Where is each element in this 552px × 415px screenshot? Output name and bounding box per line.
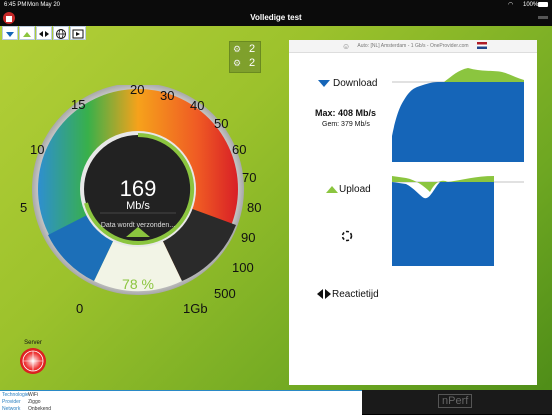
play-icon (72, 29, 84, 39)
server-header-text: Auto: [NL] Amsterdam - 1 Gb/s - OneProvi… (357, 43, 469, 49)
tick-label: 50 (214, 116, 229, 131)
info-key: Technologie (2, 392, 29, 398)
download-label: Download (333, 78, 378, 89)
download-max: Max: 408 Mb/s (315, 108, 377, 118)
loading-spinner-icon (341, 230, 353, 242)
info-value: Onbekend (28, 406, 52, 412)
person-icon: ☺ (342, 42, 351, 51)
info-value: WiFi (28, 392, 38, 398)
speed-value: 169 (119, 176, 157, 201)
tick-label: 30 (160, 88, 175, 103)
status-time: 6:45 PM (4, 2, 27, 8)
tick-label: 20 (130, 82, 145, 97)
title-bar: Volledige test (0, 10, 552, 26)
network-icon: ⚙ (233, 58, 242, 68)
info-row-network: Network Onbekend (2, 406, 51, 413)
brand-logo: nPerf (438, 394, 473, 408)
info-key: Network (2, 406, 21, 412)
stream-view-button[interactable] (70, 26, 86, 40)
app-logo (538, 16, 548, 19)
tick-label: 70 (242, 170, 257, 185)
stop-button[interactable] (3, 12, 15, 24)
info-row-technology: TechnologieWiFi (2, 392, 38, 399)
tick-label: 0 (76, 301, 84, 316)
upload-label: Upload (339, 184, 371, 195)
tick-label: 100 (232, 260, 254, 275)
test-status-text: Data wordt verzonden... (100, 222, 176, 229)
progress-percent: 78 % (122, 276, 154, 292)
status-battery: 100% (523, 2, 539, 8)
tick-label: 1Gb (183, 301, 208, 316)
tick-label: 40 (190, 98, 205, 113)
upload-graph (392, 176, 524, 266)
upload-arrow-icon (23, 32, 31, 37)
page-title: Volledige test (250, 13, 302, 22)
status-bar: 6:45 PM Mon May 20 ◠ 100% (0, 0, 552, 10)
latency-arrows-icon (317, 289, 331, 299)
latency-view-button[interactable] (36, 26, 52, 40)
tick-label: 5 (20, 200, 28, 215)
info-bar: TechnologieWiFi Provider Ziggo Network Onb… (0, 390, 362, 415)
browse-view-button[interactable] (53, 26, 69, 40)
server-label: Server (24, 340, 42, 346)
latency-arrows-icon (39, 31, 49, 37)
battery-icon (538, 2, 548, 7)
info-key: Provider (2, 399, 21, 405)
info-value: Ziggo (28, 399, 41, 405)
download-average: Gem: 379 Mb/s (322, 121, 370, 128)
stop-icon (6, 16, 12, 22)
speed-unit: Mb/s (126, 200, 150, 212)
upload-arrow-icon (326, 186, 338, 193)
server-globe-button[interactable] (20, 348, 46, 374)
counter-top: 2 (249, 43, 256, 55)
brand-area: nPerf (362, 390, 552, 414)
network-icon: ⚙ (233, 44, 242, 54)
tick-label: 80 (247, 200, 262, 215)
connection-counter-box: ⚙ 2 ⚙ 2 (229, 41, 261, 73)
download-arrow-icon (6, 32, 14, 37)
tick-label: 90 (241, 230, 256, 245)
tick-label: 15 (71, 97, 86, 112)
upload-view-button[interactable] (19, 26, 35, 40)
tick-label: 60 (232, 142, 247, 157)
download-view-button[interactable] (2, 26, 18, 40)
latency-label: Reactietijd (332, 289, 379, 300)
download-graph (392, 68, 524, 162)
info-row-provider: Provider Ziggo (2, 399, 41, 406)
nl-flag-icon (477, 42, 487, 49)
tick-label: 10 (30, 142, 45, 157)
server-header[interactable]: Auto: [NL] Amsterdam - 1 Gb/s - OneProvi… (289, 40, 537, 53)
tick-label: 500 (214, 286, 236, 301)
server-globe-icon (22, 350, 44, 372)
status-date: Mon May 20 (27, 2, 61, 8)
wifi-icon: ◠ (508, 2, 514, 8)
globe-icon (56, 29, 66, 39)
download-arrow-icon (318, 80, 330, 87)
counter-bottom: 2 (249, 57, 256, 69)
